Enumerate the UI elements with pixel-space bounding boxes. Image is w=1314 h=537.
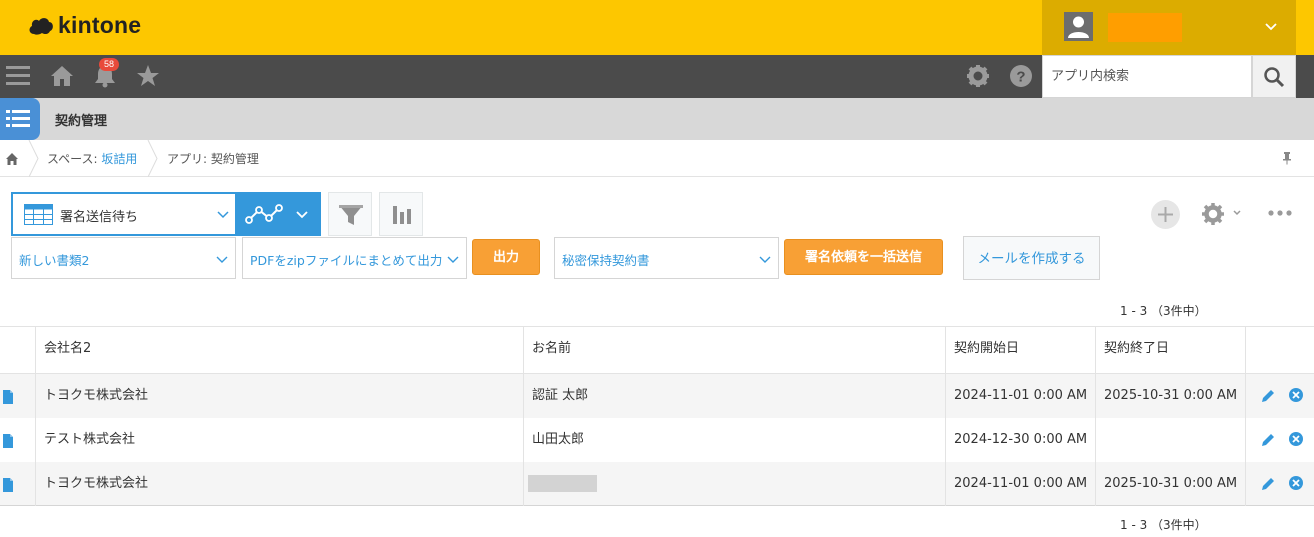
contract-template-select[interactable]: 秘密保持契約書	[554, 237, 779, 279]
table-row[interactable]: トヨクモ株式会社 認証 太郎 2024-11-01 0:00 AM 2025-1…	[0, 374, 1314, 418]
app-bar	[0, 98, 1314, 140]
edit-pencil-icon[interactable]	[1260, 432, 1276, 448]
graph-button[interactable]	[379, 192, 423, 236]
record-detail-cell[interactable]	[0, 462, 36, 506]
app-list-icon[interactable]	[0, 98, 40, 140]
breadcrumb-space[interactable]: スペース: 坂詰用	[47, 150, 137, 167]
line-graph-icon	[245, 204, 283, 224]
cloud-logo-icon	[29, 17, 53, 35]
contract-template-select-value: 秘密保持契約書	[562, 253, 650, 268]
delete-icon[interactable]	[1288, 431, 1304, 447]
edit-pencil-icon[interactable]	[1260, 388, 1276, 404]
search-button[interactable]	[1252, 55, 1296, 98]
bar-chart-icon	[393, 206, 411, 224]
user-menu[interactable]	[1042, 0, 1296, 55]
name-cell	[524, 462, 946, 506]
breadcrumb-space-prefix: スペース:	[47, 152, 102, 166]
output-button[interactable]: 出力	[472, 239, 540, 275]
view-selector[interactable]: 署名送信待ち	[11, 192, 237, 236]
create-email-button[interactable]: メールを作成する	[963, 236, 1100, 280]
user-name	[1108, 13, 1182, 42]
company-cell: テスト株式会社	[36, 418, 524, 462]
kintone-logo[interactable]: kintone	[28, 12, 141, 39]
table-row[interactable]: トヨクモ株式会社 2024-11-01 0:00 AM 2025-10-31 0…	[0, 462, 1314, 506]
table-row[interactable]: テスト株式会社 山田太郎 2024-12-30 0:00 AM	[0, 418, 1314, 462]
menu-icon[interactable]	[6, 65, 30, 87]
company-cell: トヨクモ株式会社	[36, 374, 524, 418]
header-name[interactable]: お名前	[524, 327, 946, 374]
breadcrumb-home-icon[interactable]	[5, 152, 19, 166]
name-cell: 山田太郎	[524, 418, 946, 462]
chevron-down-icon	[447, 256, 459, 263]
chevron-down-icon	[216, 256, 228, 263]
user-avatar-icon	[1064, 12, 1093, 41]
graph-selector-button[interactable]	[237, 192, 321, 236]
header-start-date[interactable]: 契約開始日	[946, 327, 1096, 374]
plus-icon	[1158, 207, 1173, 222]
document-select-value: 新しい書類2	[19, 253, 90, 268]
pin-icon[interactable]	[1282, 151, 1292, 165]
favorite-star-icon[interactable]	[136, 64, 160, 88]
app-search-input[interactable]	[1043, 56, 1251, 97]
settings-gear-icon[interactable]	[966, 64, 990, 88]
help-icon[interactable]: ?	[1009, 64, 1033, 88]
document-icon[interactable]	[2, 390, 14, 404]
app-title: 契約管理	[55, 114, 108, 129]
header-company[interactable]: 会社名2	[36, 327, 524, 374]
global-header: kintone	[0, 0, 1314, 55]
pdf-output-select-value: PDFをzipファイルにまとめて出力	[250, 253, 443, 268]
breadcrumb-separator-icon	[28, 140, 39, 177]
delete-icon[interactable]	[1288, 475, 1304, 491]
notification-count-badge: 58	[99, 58, 119, 71]
record-detail-cell[interactable]	[0, 418, 36, 462]
document-select[interactable]: 新しい書類2	[11, 237, 236, 279]
chevron-down-icon	[217, 211, 229, 219]
logo-text: kintone	[58, 12, 142, 38]
svg-text:?: ?	[1016, 69, 1025, 86]
breadcrumb-space-name[interactable]: 坂詰用	[101, 152, 137, 166]
start-date-cell: 2024-11-01 0:00 AM	[946, 374, 1096, 418]
chevron-down-icon[interactable]	[1232, 208, 1242, 218]
pager-bottom: 1 - 3 （3件中）	[1120, 518, 1207, 532]
delete-icon[interactable]	[1288, 387, 1304, 403]
document-icon[interactable]	[2, 434, 14, 448]
breadcrumb-separator-icon	[147, 140, 158, 177]
start-date-cell: 2024-12-30 0:00 AM	[946, 418, 1096, 462]
pdf-output-select[interactable]: PDFをzipファイルにまとめて出力	[242, 237, 467, 279]
filter-button[interactable]	[328, 192, 372, 236]
end-date-cell	[1096, 418, 1246, 462]
pager-top: 1 - 3 （3件中）	[1120, 304, 1207, 318]
end-date-cell: 2025-10-31 0:00 AM	[1096, 462, 1246, 506]
home-icon[interactable]	[50, 64, 74, 88]
app-search-box	[1042, 55, 1252, 98]
search-icon	[1264, 66, 1285, 87]
chevron-down-icon	[296, 211, 308, 219]
redacted-name-block	[528, 475, 597, 492]
document-icon[interactable]	[2, 478, 14, 492]
table-view-icon	[24, 204, 53, 225]
app-settings-gear-icon[interactable]	[1201, 202, 1227, 226]
filter-funnel-icon	[339, 205, 363, 225]
more-options-icon[interactable]	[1267, 208, 1293, 218]
end-date-cell: 2025-10-31 0:00 AM	[1096, 374, 1246, 418]
add-record-button[interactable]	[1151, 200, 1180, 229]
table-header-row: 会社名2 お名前 契約開始日 契約終了日	[0, 327, 1314, 374]
bulk-send-signature-button[interactable]: 署名依頼を一括送信	[784, 239, 943, 275]
chevron-down-icon	[759, 256, 771, 263]
start-date-cell: 2024-11-01 0:00 AM	[946, 462, 1096, 506]
header-icon-cell	[0, 327, 36, 374]
company-cell: トヨクモ株式会社	[36, 462, 524, 506]
name-cell: 認証 太郎	[524, 374, 946, 418]
chevron-down-icon[interactable]	[1264, 17, 1278, 37]
record-detail-cell[interactable]	[0, 374, 36, 418]
view-name: 署名送信待ち	[60, 210, 139, 225]
breadcrumb-app: アプリ: 契約管理	[167, 152, 259, 166]
header-end-date[interactable]: 契約終了日	[1096, 327, 1246, 374]
edit-pencil-icon[interactable]	[1260, 476, 1276, 492]
